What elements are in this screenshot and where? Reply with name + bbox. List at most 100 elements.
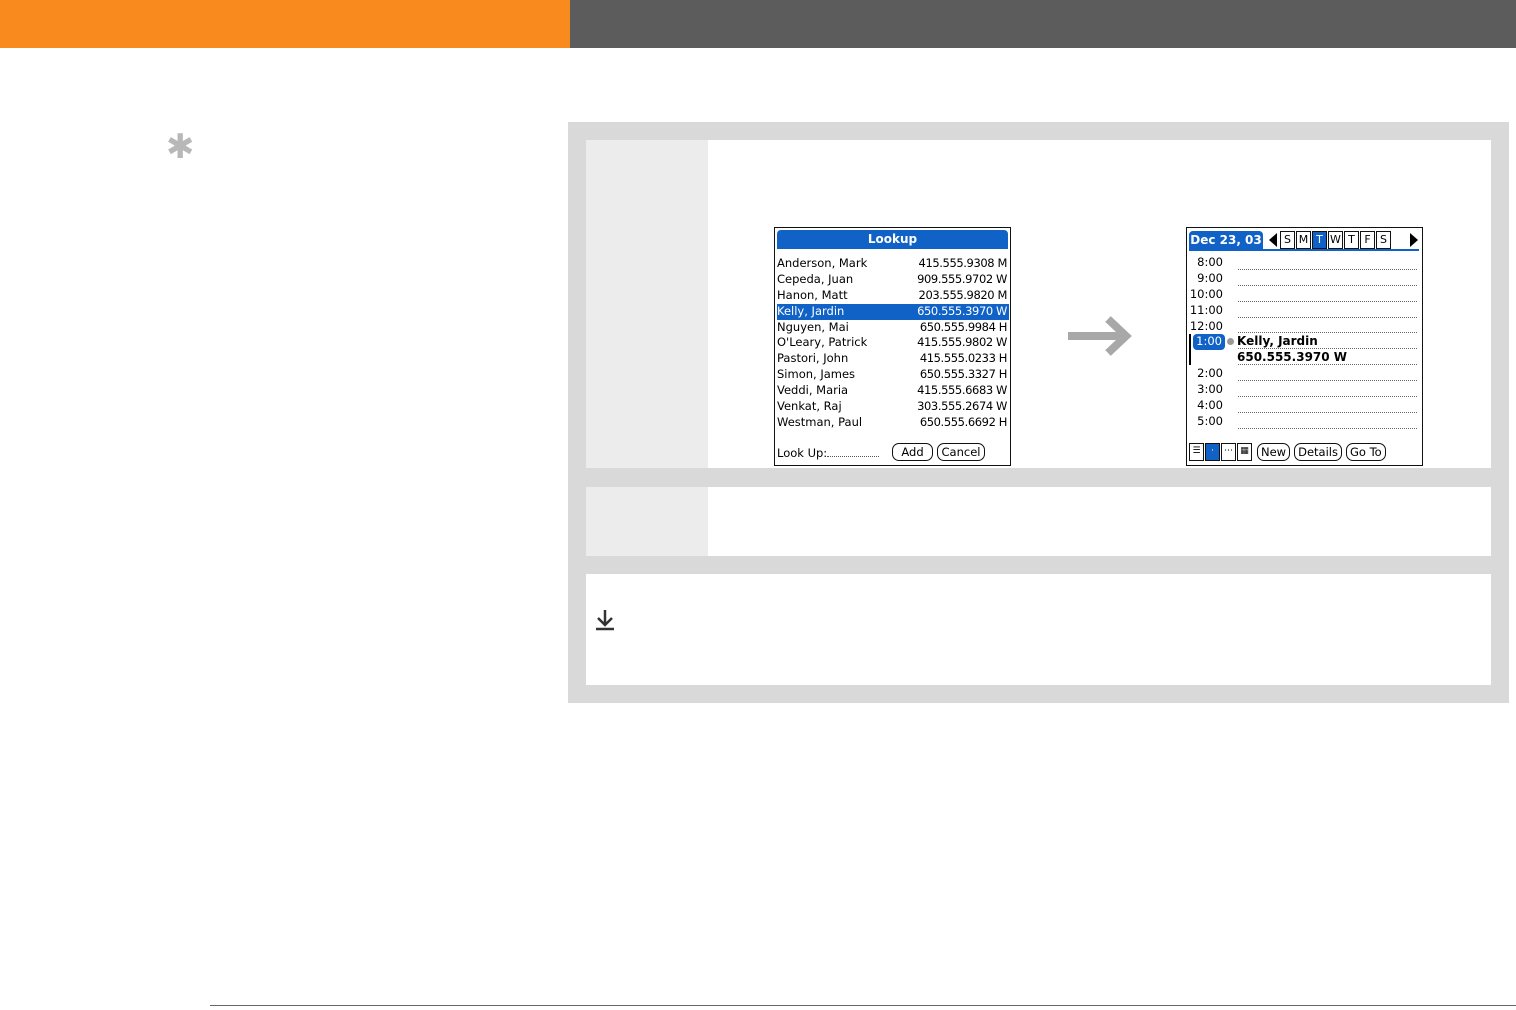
time-label: 1:00 (1193, 334, 1225, 351)
week-day-button[interactable]: W (1328, 231, 1343, 249)
time-slot-line (1238, 427, 1417, 429)
lookup-list-item[interactable]: Kelly, Jardin 650.555.3970 W (777, 303, 1009, 320)
contact-phone: 650.555.3327 H (919, 367, 1008, 382)
contact-name: Pastori, John (777, 351, 849, 366)
contact-name: Cepeda, Juan (777, 271, 854, 286)
contact-phone: 909.555.9702 W (917, 271, 1007, 286)
event-phone[interactable]: 650.555.3970 W (1237, 350, 1347, 366)
right-arrow-icon (1068, 316, 1132, 356)
contact-name: Veddi, Maria (777, 383, 849, 398)
lookup-list-item[interactable]: Westman, Paul 650.555.6692 H (777, 415, 1009, 431)
event-dot-icon (1227, 338, 1234, 346)
calendar-title-rule (1189, 249, 1419, 251)
calendar-toolbar: ☰ · ⋯ ▦ New Details Go To (1189, 443, 1386, 461)
time-slot[interactable]: 650.555.3970 W (1189, 350, 1419, 366)
contact-phone: 415.555.9802 W (917, 335, 1007, 350)
lookup-list-item[interactable]: Venkat, Raj 303.555.2674 W (777, 399, 1009, 415)
week-day-button[interactable]: S (1280, 231, 1295, 249)
lookup-field[interactable]: Look Up: (777, 446, 880, 460)
lookup-label: Look Up: (777, 446, 828, 460)
previous-week-icon[interactable] (1269, 233, 1277, 247)
add-button[interactable]: Add (892, 443, 933, 461)
week-view-icon[interactable]: ⋯ (1221, 443, 1236, 461)
time-slot-line (1238, 316, 1417, 318)
contact-name: Simon, James (777, 367, 856, 382)
lookup-list-item[interactable]: Nguyen, Mai 650.555.9984 H (777, 320, 1009, 336)
event-name[interactable]: Kelly, Jardin (1237, 334, 1318, 350)
week-day-button[interactable]: T (1344, 231, 1359, 249)
time-slot[interactable]: 8:00 (1189, 255, 1419, 271)
time-label: 12:00 (1189, 318, 1223, 333)
contact-name: O'Leary, Patrick (777, 335, 868, 350)
lookup-screen: Lookup Anderson, Mark 415.555.9308 M Ceped… (774, 227, 1011, 466)
cancel-button[interactable]: Cancel (937, 443, 985, 461)
time-label: 2:00 (1197, 366, 1223, 381)
time-slot[interactable]: 3:00 (1189, 382, 1419, 398)
time-slot[interactable]: 5:00 (1189, 414, 1419, 430)
contact-name: Westman, Paul (777, 414, 863, 429)
contact-phone: 303.555.2674 W (917, 399, 1007, 414)
lookup-list-item[interactable]: Veddi, Maria 415.555.6683 W (777, 383, 1009, 399)
step-row-1: Lookup Anderson, Mark 415.555.9308 M Ceped… (586, 140, 1491, 468)
asterisk-icon: ✱ (166, 127, 195, 167)
day-view: 8:00 9:00 10:00 11:00 12:00 1:00 Kelly, Jardin… (1189, 255, 1419, 430)
time-slot-line (1238, 268, 1417, 270)
time-label: 9:00 (1197, 270, 1223, 285)
day-view-icon[interactable]: · (1205, 443, 1220, 461)
lookup-input[interactable] (827, 446, 880, 457)
details-button[interactable]: Details (1294, 443, 1342, 461)
lookup-list-item[interactable]: Hanon, Matt 203.555.9820 M (777, 288, 1009, 304)
new-button[interactable]: New (1257, 443, 1291, 461)
lookup-list: Anderson, Mark 415.555.9308 M Cepeda, Juan… (777, 256, 1009, 431)
procedure-panel: Lookup Anderson, Mark 415.555.9308 M Ceped… (568, 122, 1509, 703)
contact-name: Anderson, Mark (777, 256, 868, 270)
lookup-list-item[interactable]: Pastori, John 415.555.0233 H (777, 351, 1009, 367)
time-slot[interactable]: 10:00 (1189, 287, 1419, 303)
lookup-list-item[interactable]: O'Leary, Patrick 415.555.9802 W (777, 335, 1009, 351)
header-bar (570, 0, 1516, 48)
time-slot[interactable]: 12:00 (1189, 319, 1419, 335)
contact-phone: 415.555.6683 W (917, 383, 1007, 398)
time-label: 3:00 (1197, 382, 1223, 397)
next-week-icon[interactable] (1410, 233, 1418, 247)
week-day-button[interactable]: F (1360, 231, 1375, 249)
download-arrow-icon (596, 610, 614, 631)
contact-phone: 650.555.3970 W (917, 303, 1007, 318)
lookup-title: Lookup (777, 230, 1008, 249)
lookup-list-item[interactable]: Simon, James 650.555.3327 H (777, 367, 1009, 383)
time-slot[interactable]: 1:00 Kelly, Jardin (1189, 334, 1419, 366)
contact-phone: 650.555.6692 H (919, 414, 1008, 429)
time-label: 10:00 (1189, 286, 1223, 301)
calendar-screen: Dec 23, 03 SMTWTFS 8:00 9:00 10:00 11:00 12:… (1186, 227, 1423, 466)
contact-phone: 415.555.0233 H (919, 351, 1008, 366)
contact-name: Nguyen, Mai (777, 319, 849, 334)
step-row-2 (586, 487, 1491, 556)
week-day-selector: SMTWTFS (1280, 231, 1392, 249)
header-accent-bar (0, 0, 570, 48)
time-slot[interactable]: 9:00 (1189, 271, 1419, 287)
time-slot[interactable]: 4:00 (1189, 398, 1419, 414)
lookup-list-item[interactable]: Cepeda, Juan 909.555.9702 W (777, 272, 1009, 288)
week-day-button[interactable]: T (1312, 231, 1327, 249)
week-day-button[interactable]: S (1376, 231, 1391, 249)
contact-phone: 650.555.9984 H (919, 319, 1008, 334)
time-slot[interactable]: 11:00 (1189, 303, 1419, 319)
done-note (586, 574, 1491, 685)
time-slot-line (1238, 396, 1417, 398)
month-view-icon[interactable]: ▦ (1237, 443, 1252, 461)
time-slot-line (1238, 284, 1417, 286)
time-label: 4:00 (1197, 398, 1223, 413)
agenda-view-icon[interactable]: ☰ (1189, 443, 1204, 461)
time-label: 8:00 (1197, 255, 1223, 269)
time-slot-line (1238, 411, 1417, 413)
step-number-cell (586, 487, 708, 556)
lookup-list-item[interactable]: Anderson, Mark 415.555.9308 M (777, 256, 1009, 272)
calendar-date[interactable]: Dec 23, 03 (1189, 231, 1263, 249)
time-label: 11:00 (1189, 302, 1223, 317)
contact-name: Hanon, Matt (777, 287, 848, 302)
week-day-button[interactable]: M (1296, 231, 1311, 249)
goto-button[interactable]: Go To (1345, 443, 1386, 461)
time-slot[interactable]: 2:00 (1189, 366, 1419, 382)
contact-name: Kelly, Jardin (777, 303, 845, 318)
time-slot-line (1238, 380, 1417, 382)
